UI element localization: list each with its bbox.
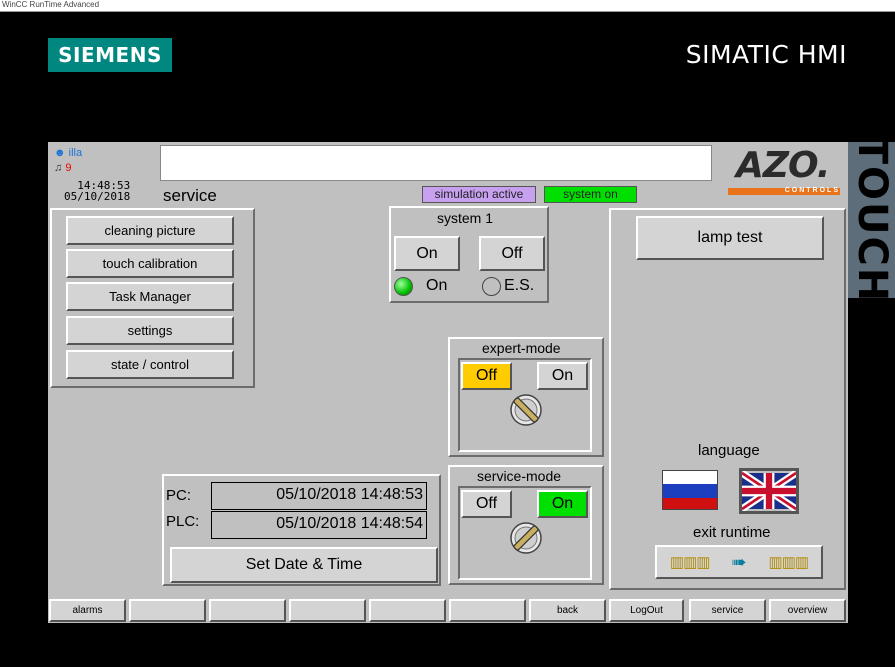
keyboard-right-icon: ▥▥▥ — [768, 554, 810, 571]
pc-label: PC: — [166, 487, 192, 504]
clock: 14:48:53 05/10/2018 — [64, 180, 130, 202]
task-manager-button[interactable]: Task Manager — [66, 282, 234, 311]
emergency-stop-label: E.S. — [504, 277, 535, 294]
title-strip: WinCC RunTime Advanced — [0, 0, 895, 12]
page-title: service — [163, 186, 217, 205]
simulation-status-badge: simulation active — [422, 186, 536, 203]
simatic-hmi-title: SIMATIC HMI — [685, 40, 847, 69]
cleaning-picture-button[interactable]: cleaning picture — [66, 216, 234, 245]
siemens-logo: SIEMENS — [48, 38, 172, 72]
clock-date: 05/10/2018 — [64, 190, 131, 203]
title-strip-text: WinCC RunTime Advanced — [2, 0, 100, 9]
service-mode-title: service-mode — [477, 468, 562, 484]
system-title: system 1 — [437, 210, 494, 226]
keyboard-left-icon: ▥▥▥ — [669, 554, 711, 571]
expert-mode-off-button[interactable]: Off — [461, 362, 512, 390]
nav-logout-button[interactable]: LogOut — [609, 599, 684, 622]
touch-calibration-button[interactable]: touch calibration — [66, 249, 234, 278]
nav-empty-button-4[interactable] — [369, 599, 446, 622]
expert-mode-title: expert-mode — [482, 340, 561, 356]
lamp-test-button[interactable]: lamp test — [636, 216, 824, 260]
russian-flag-button[interactable] — [662, 470, 718, 510]
system-status-badge: system on — [544, 186, 637, 203]
nav-overview-button[interactable]: overview — [769, 599, 846, 622]
english-flag-button[interactable] — [739, 468, 799, 514]
alarm-bell-icon: ♫ — [54, 162, 63, 174]
emergency-stop-led — [482, 277, 501, 296]
azo-logo-sub: CONTROLS — [784, 187, 840, 194]
user-icon: ☻ — [54, 147, 66, 159]
nav-alarms-button[interactable]: alarms — [49, 599, 126, 622]
plc-label: PLC: — [166, 513, 200, 530]
bottom-nav: alarms back LogOut service overview — [48, 597, 848, 623]
user-name: illa — [68, 147, 83, 159]
alarm-indicator[interactable]: ♫ 9 — [54, 162, 71, 174]
pc-datetime-value: 05/10/2018 14:48:53 — [211, 482, 427, 510]
expert-key-switch-icon[interactable] — [508, 392, 544, 428]
azo-logo: AZO. CONTROLS — [726, 148, 844, 196]
nav-empty-button-5[interactable] — [449, 599, 526, 622]
touch-side-label: TOUCH — [848, 142, 895, 298]
nav-service-button[interactable]: service — [689, 599, 766, 622]
system-on-status-label: On — [426, 277, 448, 294]
service-mode-off-button[interactable]: Off — [461, 490, 512, 518]
nav-empty-button-3[interactable] — [289, 599, 366, 622]
exit-runtime-button[interactable]: ▥▥▥ ➠ ▥▥▥ — [655, 545, 823, 579]
exit-runtime-label: exit runtime — [693, 524, 771, 541]
set-date-time-button[interactable]: Set Date & Time — [170, 547, 438, 583]
service-mode-on-button[interactable]: On — [537, 490, 588, 518]
system-on-button[interactable]: On — [394, 236, 460, 271]
exit-door-icon: ➠ — [731, 551, 747, 572]
settings-button[interactable]: settings — [66, 316, 234, 345]
system-on-led — [394, 277, 413, 296]
message-bar[interactable] — [160, 145, 712, 181]
language-label: language — [698, 442, 760, 459]
expert-mode-on-button[interactable]: On — [537, 362, 588, 390]
hmi-screen: ☻ illa ♫ 9 14:48:53 05/10/2018 service s… — [48, 142, 848, 623]
system-off-button[interactable]: Off — [479, 236, 545, 271]
plc-datetime-value: 05/10/2018 14:48:54 — [211, 511, 427, 539]
azo-logo-text: AZO. — [736, 145, 830, 186]
nav-empty-button-2[interactable] — [209, 599, 286, 622]
touch-text: TOUCH — [848, 142, 895, 298]
state-control-button[interactable]: state / control — [66, 350, 234, 379]
nav-empty-button-1[interactable] — [129, 599, 206, 622]
header: ☻ illa ♫ 9 14:48:53 05/10/2018 service s… — [48, 142, 848, 206]
uk-flag-icon — [742, 471, 796, 511]
russian-flag-icon — [663, 471, 717, 509]
service-key-switch-icon[interactable] — [508, 520, 544, 556]
alarm-count: 9 — [65, 162, 72, 174]
user-indicator[interactable]: ☻ illa — [54, 147, 82, 159]
nav-back-button[interactable]: back — [529, 599, 606, 622]
